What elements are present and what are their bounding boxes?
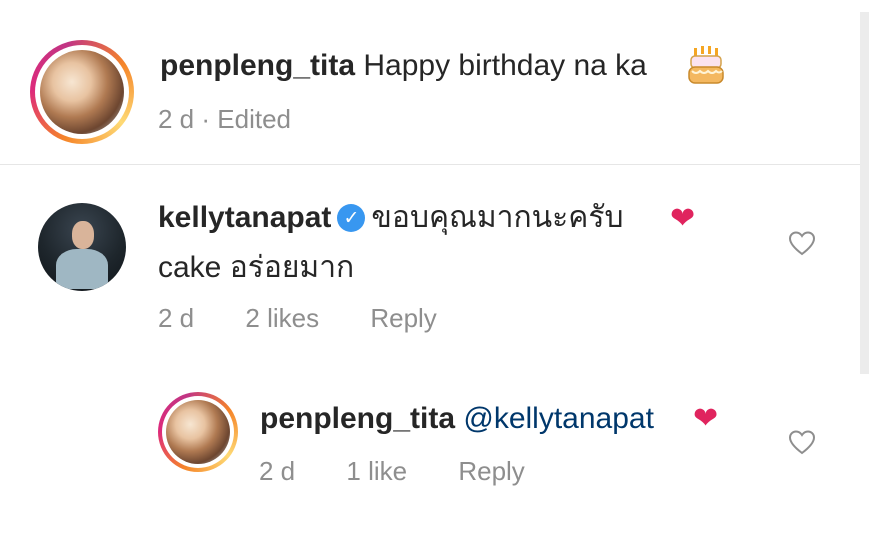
reply-button[interactable]: Reply (458, 456, 524, 486)
comment-meta: 2 d · Edited (158, 104, 291, 134)
meta-separator: · (201, 104, 211, 134)
heart-emoji: ❤ (693, 401, 719, 436)
avatar[interactable] (30, 40, 134, 144)
comment-text: Happy birthday na ka (363, 49, 647, 82)
comment-text-row: kellytanapat ✓ ขอบคุณมากนะครับ (158, 200, 624, 236)
verified-badge-icon: ✓ (337, 204, 366, 232)
heart-outline-icon[interactable] (788, 429, 816, 455)
comment-meta: 2 d 2 likes Reply (158, 303, 437, 333)
likes-count[interactable]: 1 like (346, 456, 407, 486)
mention-link[interactable]: @kellytanapat (463, 402, 654, 435)
heart-emoji: ❤ (670, 201, 696, 236)
comment-time: 2 d (158, 104, 195, 134)
comment-text: ขอบคุณมากนะครับ (371, 201, 624, 234)
edited-label: Edited (217, 104, 292, 134)
comment-time: 2 d (158, 303, 195, 333)
comment-username[interactable]: kellytanapat (158, 201, 331, 234)
avatar[interactable] (38, 203, 126, 291)
avatar[interactable] (158, 392, 238, 472)
comment-username[interactable]: penpleng_tita (160, 49, 355, 82)
divider (0, 164, 860, 165)
reply-meta: 2 d 1 like Reply (259, 456, 525, 486)
reply-button[interactable]: Reply (370, 303, 436, 333)
reply-time: 2 d (259, 456, 296, 486)
likes-count[interactable]: 2 likes (245, 303, 319, 333)
birthday-cake-icon (688, 46, 724, 84)
reply-text-row: penpleng_tita @kellytanapat (260, 401, 654, 437)
scrollbar[interactable] (860, 12, 869, 374)
heart-outline-icon[interactable] (788, 230, 816, 256)
comment-text-line2: cake อร่อยมาก (158, 251, 355, 284)
comment-text-row: penpleng_tita Happy birthday na ka (160, 48, 647, 84)
reply-username[interactable]: penpleng_tita (260, 402, 455, 435)
